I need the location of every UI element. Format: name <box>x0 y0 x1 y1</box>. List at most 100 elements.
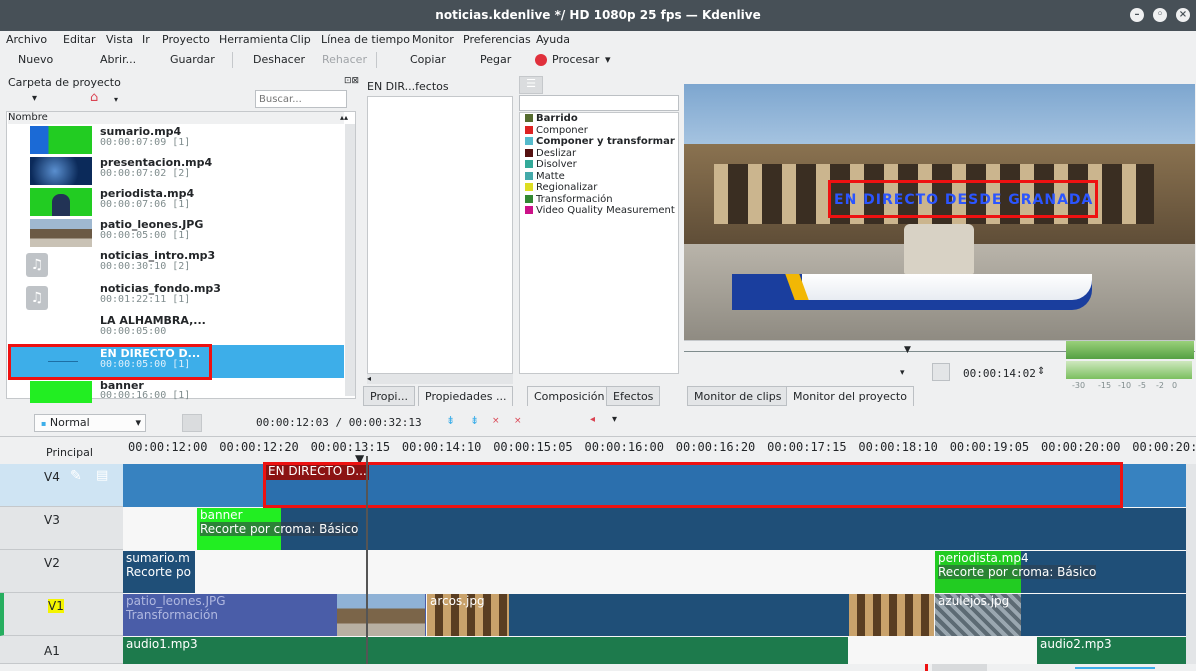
track-header-a1[interactable]: A1 <box>0 636 123 664</box>
menu-herramienta[interactable]: Herramienta <box>219 33 288 46</box>
timeline-clip-arcos[interactable]: arcos.jpg <box>427 594 934 636</box>
insert-icon[interactable]: ⇟ <box>446 414 455 427</box>
paste-button[interactable]: Pegar <box>480 53 511 66</box>
monitor-ruler[interactable]: ▼ <box>684 340 1195 360</box>
column-header-nombre[interactable]: Nombre <box>8 112 344 124</box>
timeline-scrollbar[interactable] <box>1186 464 1196 664</box>
composition-item[interactable]: Deslizar <box>525 148 576 159</box>
maximize-icon[interactable]: ◦ <box>1153 8 1167 22</box>
menu-vista[interactable]: Vista <box>106 33 133 46</box>
edit-mode-select[interactable]: ▪ Normal ▾ <box>34 414 146 432</box>
save-button[interactable]: Guardar <box>170 53 215 66</box>
menu-linea-de-tiempo[interactable]: Línea de tiempo <box>321 33 410 46</box>
timeline-clip-banner[interactable]: banner Recorte por croma: Básico <box>197 508 1196 550</box>
chevron-down-icon[interactable]: ▾ <box>900 368 905 378</box>
menu-preferencias[interactable]: Preferencias <box>463 33 531 46</box>
tab-clip-monitor[interactable]: Monitor de clips <box>687 386 789 406</box>
minimize-icon[interactable]: – <box>1130 8 1144 22</box>
add-clip-dropdown-icon[interactable]: ▾ <box>32 93 37 104</box>
menu-archivo[interactable]: Archivo <box>6 33 47 46</box>
list-item[interactable]: banner 00:00:16:00 [1] <box>8 379 344 403</box>
list-item[interactable]: sumario.mp4 00:00:07:09 [1] <box>8 125 344 155</box>
marker-icon[interactable]: ◂ <box>590 414 595 425</box>
menu-monitor[interactable]: Monitor <box>412 33 454 46</box>
tab-efectos[interactable]: Efectos <box>606 386 661 406</box>
status-buttons[interactable] <box>932 664 987 671</box>
menu-icon[interactable]: ☰ <box>519 76 543 94</box>
list-item[interactable]: periodista.mp4 00:00:07:06 [1] <box>8 187 344 217</box>
chevron-down-icon[interactable]: ▾ <box>612 414 617 425</box>
track-header-v3[interactable]: V3 <box>0 507 123 550</box>
sort-up-icon[interactable]: ▴▴ <box>340 113 348 122</box>
pen-icon[interactable]: ✎ <box>70 468 82 484</box>
search-input[interactable] <box>255 90 347 108</box>
composition-search-input[interactable] <box>519 95 679 111</box>
track-header-v4[interactable]: V4 ✎ ▤ <box>0 464 123 507</box>
timeline-clip-audio2[interactable]: audio2.mp3 <box>1037 637 1196 664</box>
redo-button[interactable]: Rehacer <box>322 53 367 66</box>
menu-proyecto[interactable]: Proyecto <box>162 33 210 46</box>
clip-duration: 00:00:30:10 [2] <box>100 261 191 272</box>
tab-composicion[interactable]: Composición <box>527 386 612 406</box>
tab-project-monitor[interactable]: Monitor del proyecto <box>786 386 914 406</box>
composition-item[interactable]: Transformación <box>525 194 613 205</box>
tab-properties[interactable]: Propiedades ... <box>418 386 514 406</box>
composition-item[interactable]: Matte <box>525 171 565 182</box>
list-item[interactable]: LA ALHAMBRA,... 00:00:05:00 <box>8 314 344 344</box>
delete-icon[interactable]: ⌂ <box>90 90 98 105</box>
menu-ir[interactable]: Ir <box>142 33 150 46</box>
timeline-clip-azulejos[interactable]: azulejos.jpg <box>935 594 1196 636</box>
delete-icon[interactable]: × <box>514 416 522 426</box>
zoom-button[interactable] <box>932 363 950 381</box>
playhead-marker-icon[interactable]: ▼ <box>904 345 911 355</box>
composition-item[interactable]: Regionalizar <box>525 183 597 193</box>
chevron-down-icon[interactable]: ▾ <box>114 95 118 104</box>
list-item[interactable]: presentacion.mp4 00:00:07:02 [2] <box>8 156 344 186</box>
monitor-timecode[interactable]: 00:00:14:02 <box>963 367 1036 380</box>
spin-arrows-icon[interactable]: ⇕ <box>1037 366 1045 377</box>
composition-item[interactable]: Disolver <box>525 160 577 170</box>
composition-item[interactable]: Componer y transformar <box>525 137 675 147</box>
audio-file-icon: ♫ <box>26 286 48 310</box>
snap-button[interactable] <box>182 414 202 432</box>
bin-scrollbar[interactable] <box>345 124 355 396</box>
timeline-position[interactable]: 00:00:12:03 / 00:00:32:13 <box>256 416 422 429</box>
horizontal-scrollbar[interactable]: ◂ <box>367 374 513 384</box>
render-button[interactable]: Procesar <box>552 53 599 66</box>
playhead-line[interactable] <box>366 456 368 664</box>
composition-item[interactable]: Componer <box>525 125 588 136</box>
list-item[interactable]: patio_leones.JPG 00:00:05:00 [1] <box>8 218 344 248</box>
render-icon[interactable] <box>535 54 547 66</box>
status-indicator <box>925 664 928 671</box>
clip-thumbnail <box>30 157 92 185</box>
clip-thumbnail <box>30 381 92 403</box>
overwrite-icon[interactable]: ⇟ <box>470 414 479 427</box>
menu-editar[interactable]: Editar <box>63 33 96 46</box>
track-header-v1[interactable]: V1 <box>0 593 123 636</box>
composition-item[interactable]: Barrido <box>525 114 578 124</box>
film-icon[interactable]: ▤ <box>96 468 108 483</box>
track-header-v2[interactable]: V2 <box>0 550 123 593</box>
timeline-clip-patio-leones[interactable]: patio_leones.JPG Transformación <box>123 594 426 636</box>
clip-label: sumario.m <box>126 551 190 565</box>
timeline-clip-audio1[interactable]: audio1.mp3 <box>123 637 848 664</box>
menu-clip[interactable]: Clip <box>290 33 311 46</box>
list-item[interactable]: ♫ noticias_fondo.mp3 00:01:22:11 [1] <box>8 282 344 312</box>
chevron-down-icon[interactable]: ▾ <box>605 53 611 66</box>
timeline-clip-sumario[interactable]: sumario.m Recorte po <box>123 551 195 593</box>
new-button[interactable]: Nuevo <box>18 53 53 66</box>
dock-float-icon[interactable]: ⊡⊠ <box>344 76 359 86</box>
audio-meter <box>1066 341 1194 359</box>
cut-icon[interactable]: × <box>492 416 500 426</box>
composition-item[interactable]: Video Quality Measurement <box>525 206 675 216</box>
tab-properties-short[interactable]: Propi... <box>363 386 415 406</box>
undo-button[interactable]: Deshacer <box>253 53 305 66</box>
open-button[interactable]: Abrir... <box>100 53 136 66</box>
menu-ayuda[interactable]: Ayuda <box>536 33 570 46</box>
close-icon[interactable]: × <box>1176 8 1190 22</box>
list-item[interactable]: ♫ noticias_intro.mp3 00:00:30:10 [2] <box>8 249 344 279</box>
timeline-clip-periodista[interactable]: periodista.mp4 Recorte por croma: Básico <box>935 551 1196 593</box>
copy-button[interactable]: Copiar <box>410 53 446 66</box>
master-track-label[interactable]: Principal <box>46 446 93 459</box>
zoom-slider[interactable] <box>1075 667 1155 669</box>
